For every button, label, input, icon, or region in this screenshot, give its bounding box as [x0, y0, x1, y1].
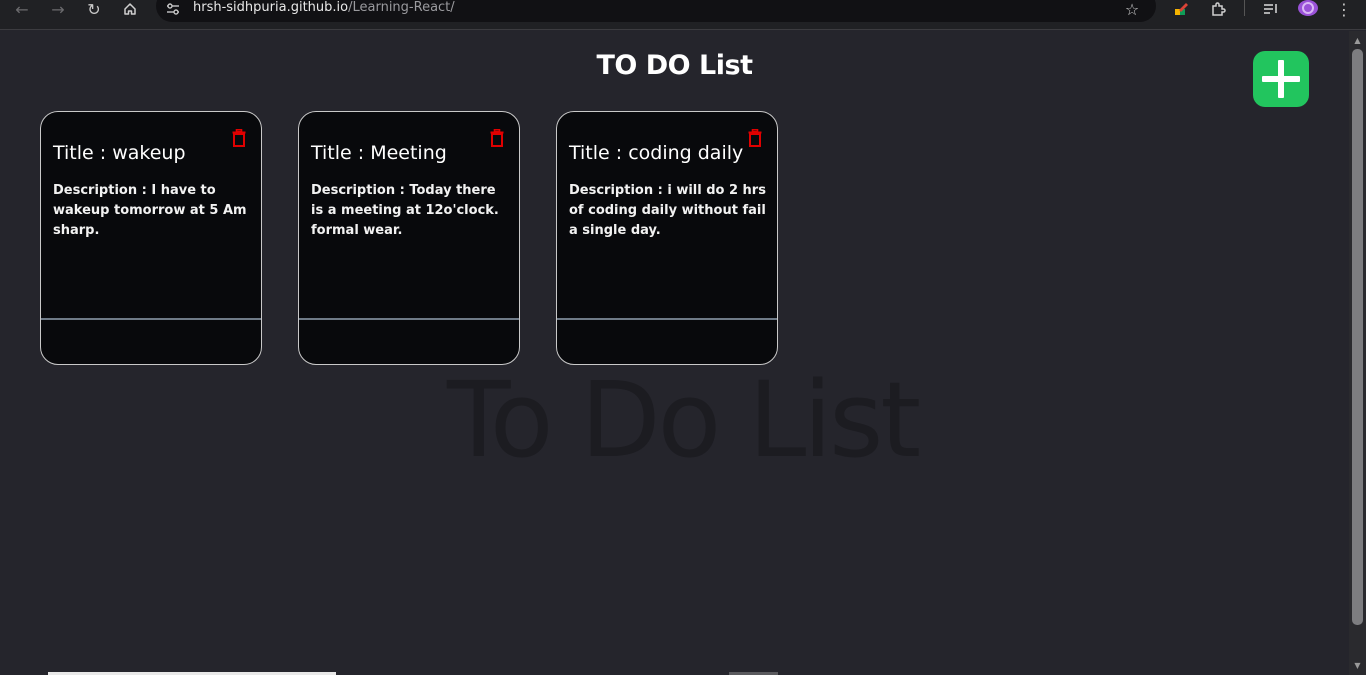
site-settings-icon[interactable]: [162, 0, 184, 18]
home-icon[interactable]: [118, 0, 142, 18]
todo-title: Title : wakeup: [53, 142, 186, 164]
scroll-up-arrow-icon[interactable]: ▲: [1349, 33, 1366, 47]
reload-icon[interactable]: ↻: [82, 0, 106, 19]
profile-avatar-icon[interactable]: [1298, 0, 1318, 16]
url-path: /Learning-React/: [348, 0, 455, 15]
url-host: hrsh-sidhpuria.github.io: [193, 0, 349, 15]
scrollbar-thumb[interactable]: [1352, 49, 1363, 625]
todo-description: Description : Today there is a meeting a…: [311, 183, 499, 238]
background-watermark: To Do List: [447, 359, 921, 481]
toolbar-separator: [1244, 0, 1245, 16]
todo-description: Description : i will do 2 hrs of coding …: [569, 183, 766, 238]
todo-card: Title : coding daily Description : i wil…: [556, 111, 778, 365]
card-divider: [299, 318, 519, 320]
todo-title: Title : Meeting: [311, 142, 447, 164]
scroll-down-arrow-icon[interactable]: ▼: [1349, 658, 1366, 672]
extensions-puzzle-icon[interactable]: [1207, 0, 1229, 18]
browser-menu-icon[interactable]: ⋮: [1332, 0, 1356, 19]
add-todo-button[interactable]: [1253, 51, 1309, 107]
card-divider: [557, 318, 777, 320]
url-text[interactable]: hrsh-sidhpuria.github.io/Learning-React/: [193, 0, 455, 18]
bookmark-star-icon[interactable]: ☆: [1121, 0, 1143, 19]
todo-card: Title : Meeting Description : Today ther…: [298, 111, 520, 365]
vertical-scrollbar[interactable]: ▲ ▼: [1349, 31, 1366, 675]
back-icon[interactable]: ←: [10, 0, 34, 19]
browser-toolbar: ← → ↻ hrsh-sidhpuria.github.io/Learning-…: [0, 0, 1366, 30]
card-divider: [41, 318, 261, 320]
forward-icon[interactable]: →: [46, 0, 70, 19]
todo-description: Description : I have to wakeup tomorrow …: [53, 183, 247, 238]
app-page: To Do List TO DO List Title : wakeup Des…: [0, 31, 1349, 675]
delete-trash-icon[interactable]: [490, 129, 504, 147]
color-picker-extension-icon[interactable]: [1170, 0, 1192, 18]
page-title: TO DO List: [596, 50, 753, 81]
todo-card: Title : wakeup Description : I have to w…: [40, 111, 262, 365]
delete-trash-icon[interactable]: [232, 129, 246, 147]
delete-trash-icon[interactable]: [748, 129, 762, 147]
media-controls-icon[interactable]: [1260, 0, 1282, 18]
todo-title: Title : coding daily: [569, 142, 744, 164]
